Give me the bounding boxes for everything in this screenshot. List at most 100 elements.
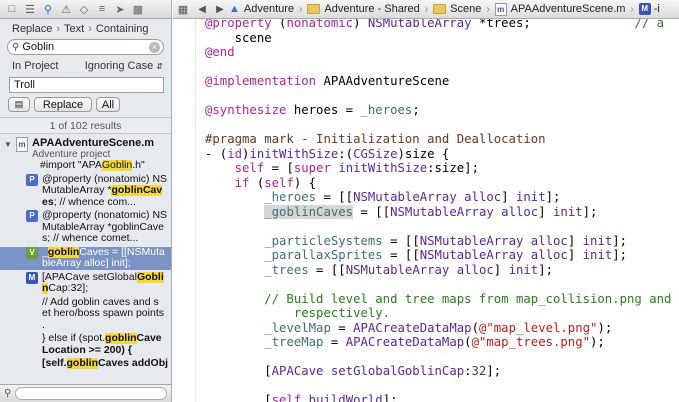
- code-line[interactable]: [self buildWorld];: [205, 393, 671, 402]
- code-line[interactable]: _parallaxSprites = [[NSMutableArray allo…: [205, 248, 671, 263]
- search-input[interactable]: Goblin: [19, 41, 149, 53]
- result-item[interactable]: P @property (nonatomic) NS MutableArray …: [0, 210, 171, 245]
- filter-input[interactable]: [15, 387, 167, 400]
- code-line[interactable]: @synthesize heroes = _heroes;: [205, 103, 671, 118]
- code-line[interactable]: [205, 350, 671, 365]
- result-item-selected[interactable]: V _goblinCaves = [[NSMuta bleArray alloc…: [0, 246, 171, 270]
- code-line[interactable]: _trees = [[NSMutableArray alloc] init];: [205, 263, 671, 278]
- replace-input[interactable]: Troll: [9, 77, 164, 93]
- result-item[interactable]: // Add goblin caves and s et hero/boss s…: [0, 297, 171, 332]
- chevron-right-icon: ›: [56, 22, 61, 35]
- match-highlight: goblinCav: [111, 185, 163, 196]
- jump-crumb-method[interactable]: M -i: [638, 3, 660, 15]
- result-text: #import "APA: [40, 160, 102, 171]
- chevron-right-icon: ›: [299, 3, 303, 15]
- case-option-label: Ignoring Case: [84, 60, 154, 72]
- property-badge-icon: P: [26, 210, 38, 222]
- code-line[interactable]: @implementation APAAdventureScene: [205, 74, 671, 89]
- match-highlight: Gobli: [136, 271, 164, 283]
- result-item[interactable]: [self.goblinCaves addObj: [0, 358, 171, 370]
- preview-button[interactable]: ▤: [8, 97, 30, 112]
- code-line[interactable]: [205, 219, 671, 234]
- result-text: @property (nonatomic) NS: [42, 210, 168, 221]
- jump-crumb-folder[interactable]: Scene: [433, 3, 481, 15]
- crumb-label: APAAdventureScene.m: [510, 3, 626, 15]
- jump-crumb-project[interactable]: ▲ Adventure: [229, 3, 294, 15]
- result-item[interactable]: #import "APAGoblin.h": [0, 160, 171, 172]
- code-view[interactable]: @property (nonatomic) NSMutableArray *tr…: [205, 19, 671, 402]
- result-file-name: APAAdventureScene.m: [32, 137, 155, 149]
- disclosure-triangle-icon[interactable]: ▼: [4, 137, 16, 149]
- code-line[interactable]: - (id)initWithSize:(CGSize)size {: [205, 147, 671, 162]
- code-line[interactable]: respectively.: [205, 306, 671, 321]
- code-line[interactable]: _treeMap = APACreateDataMap(@"map_trees.…: [205, 335, 671, 350]
- folder-icon[interactable]: □: [5, 2, 19, 16]
- log-icon[interactable]: ▩: [131, 2, 145, 16]
- jump-crumb-file[interactable]: m APAAdventureScene.m: [494, 2, 626, 16]
- result-text: // Add goblin caves and s: [42, 296, 159, 308]
- related-items-icon[interactable]: ▦: [173, 3, 193, 16]
- clear-icon[interactable]: ×: [149, 41, 160, 53]
- result-text: _: [42, 246, 48, 258]
- chevron-right-icon: ›: [630, 3, 634, 15]
- crumb-label: Scene: [450, 3, 482, 15]
- match-highlight: goblin: [66, 358, 99, 369]
- test-icon[interactable]: ◇: [77, 2, 91, 16]
- result-text: bleArray alloc] init];: [42, 258, 131, 269]
- folder-icon: [433, 4, 447, 14]
- search-icon[interactable]: ⚲: [41, 2, 55, 16]
- code-line[interactable]: if (self) {: [205, 176, 671, 191]
- filter-icon[interactable]: ⚲: [4, 388, 11, 399]
- jump-crumb-group[interactable]: Adventure - Shared: [307, 3, 420, 15]
- code-line[interactable]: [APACave setGlobalGoblinCap:32];: [205, 364, 671, 379]
- scope-row: In Project Ignoring Case ⇵: [0, 57, 171, 75]
- code-line[interactable]: _heroes = [[NSMutableArray alloc] init];: [205, 190, 671, 205]
- find-navigator: □ ☰ ⚲ ⚠ ◇ ≡ ➤ ▩ Replace › Text › Contain…: [0, 0, 172, 402]
- code-line[interactable]: _levelMap = APACreateDataMap(@"map_level…: [205, 321, 671, 336]
- property-badge-icon: P: [26, 173, 38, 186]
- code-line[interactable]: #pragma mark - Initialization and Deallo…: [205, 132, 671, 147]
- code-line[interactable]: [205, 60, 671, 75]
- mode-text[interactable]: Text: [64, 23, 84, 35]
- line-gutter[interactable]: [173, 19, 196, 402]
- result-text: MutableArray *: [42, 185, 112, 196]
- code-line[interactable]: [205, 89, 671, 104]
- forward-arrow-icon[interactable]: ▶: [211, 4, 229, 15]
- code-line[interactable]: @property (nonatomic) NSMutableArray *tr…: [205, 19, 671, 31]
- replace-all-button[interactable]: All: [96, 97, 120, 112]
- debug-icon[interactable]: ≡: [95, 2, 109, 16]
- code-line[interactable]: _particleSystems = [[NSMutableArray allo…: [205, 234, 671, 249]
- breakpoint-icon[interactable]: ➤: [113, 2, 127, 16]
- method-badge-icon: M: [26, 271, 38, 284]
- replace-buttons: ▤ Replace All: [0, 95, 171, 114]
- code-line[interactable]: [205, 277, 671, 292]
- stepper-icon: ⇵: [156, 62, 163, 71]
- match-highlight: goblin: [105, 333, 137, 344]
- result-count: 1 of 102 results: [0, 117, 171, 134]
- result-text: Location >= 200) {: [42, 344, 132, 356]
- result-item[interactable]: P @property (nonatomic) NS MutableArray …: [0, 173, 171, 209]
- code-line[interactable]: [205, 379, 671, 394]
- code-line[interactable]: // Build level and tree maps from map_co…: [205, 292, 671, 307]
- mode-containing[interactable]: Containing: [96, 23, 149, 35]
- warning-icon[interactable]: ⚠: [59, 2, 73, 16]
- result-file-row[interactable]: ▼ m APAAdventureScene.m Adventure projec…: [0, 134, 171, 160]
- code-line[interactable]: self = [super initWithSize:size];: [205, 161, 671, 176]
- code-line[interactable]: [205, 118, 671, 133]
- result-text: MutableArray *goblinCave: [42, 221, 164, 233]
- result-item[interactable]: M [APACave setGlobalGobli nCap:32];: [0, 271, 171, 295]
- search-field[interactable]: ⚲ Goblin ×: [7, 39, 164, 55]
- replace-button[interactable]: Replace: [34, 97, 92, 112]
- back-arrow-icon[interactable]: ◀: [193, 4, 211, 15]
- symbol-icon[interactable]: ☰: [23, 2, 37, 16]
- result-item[interactable]: } else if (spot.goblinCave Location >= 2…: [0, 333, 171, 356]
- code-line[interactable]: @end: [205, 45, 671, 60]
- case-option[interactable]: Ignoring Case ⇵: [85, 60, 163, 72]
- source-editor[interactable]: @property (nonatomic) NSMutableArray *tr…: [173, 19, 679, 402]
- scope-in-project[interactable]: In Project: [12, 60, 58, 72]
- variable-badge-icon: V: [26, 246, 38, 259]
- magnifier-icon: ⚲: [12, 41, 20, 53]
- mode-replace[interactable]: Replace: [12, 23, 52, 35]
- code-line[interactable]: scene: [205, 31, 671, 46]
- code-line[interactable]: _goblinCaves = [[NSMutableArray alloc] i…: [205, 204, 671, 220]
